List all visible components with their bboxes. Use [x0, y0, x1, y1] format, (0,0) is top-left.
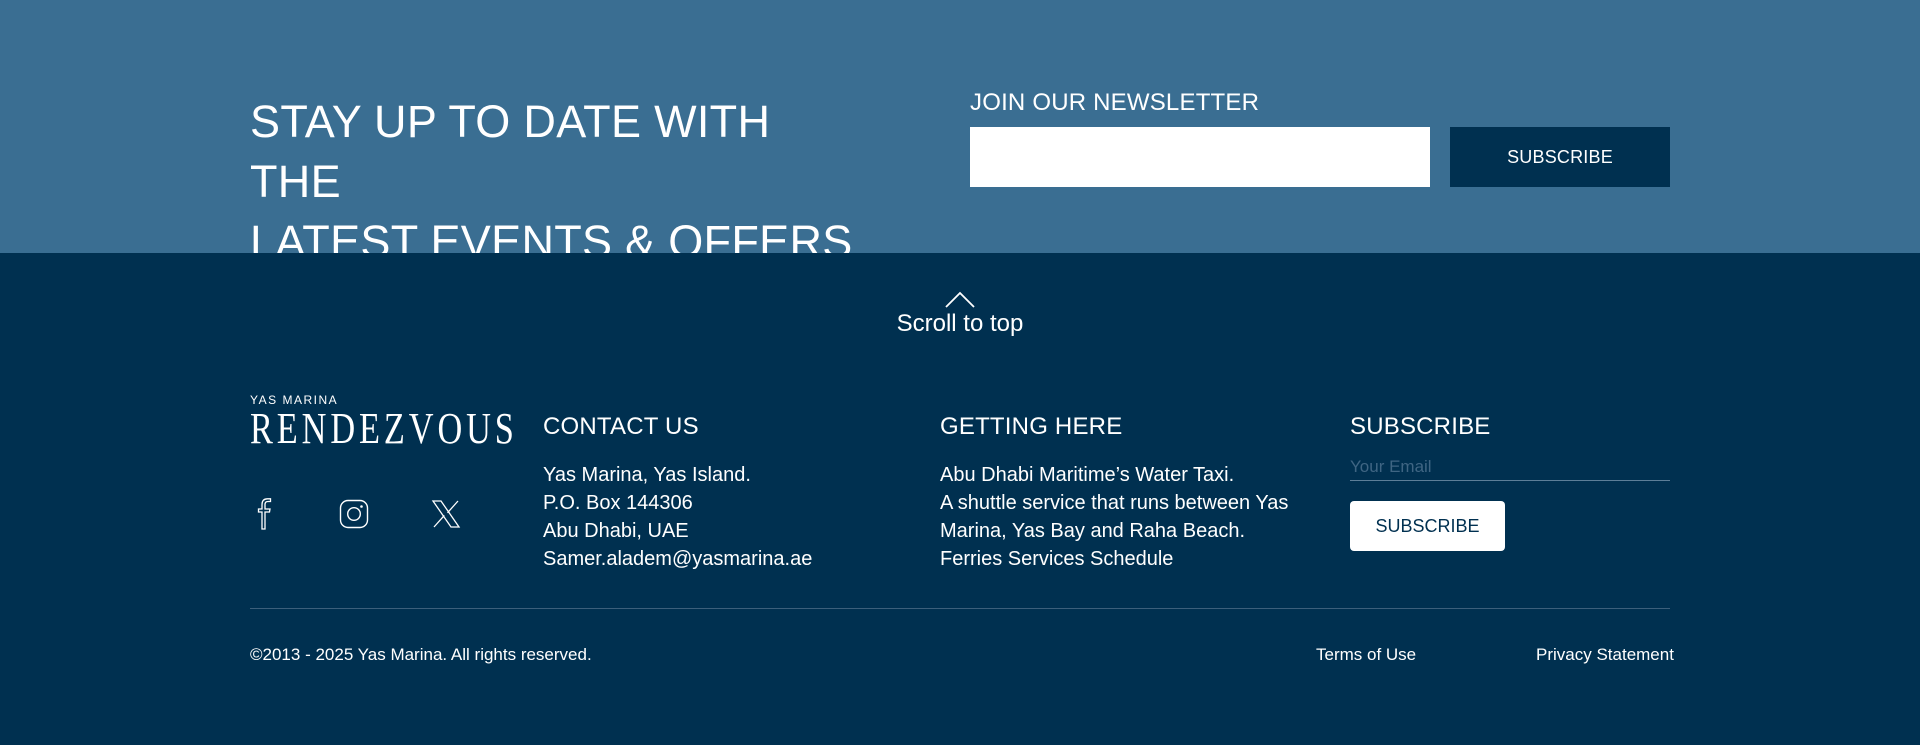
footer-subscribe-section: SUBSCRIBE SUBSCRIBE — [1350, 413, 1670, 551]
ferries-schedule-link[interactable]: Ferries Services Schedule — [940, 545, 1290, 573]
chevron-up-icon — [945, 291, 975, 308]
social-links — [246, 498, 462, 530]
brand-logo-wordmark: RENDEZVOUS — [250, 404, 518, 453]
instagram-icon — [339, 499, 369, 529]
contact-address-line: Yas Marina, Yas Island. — [543, 464, 751, 486]
x-link[interactable] — [430, 498, 462, 530]
terms-of-use-link[interactable]: Terms of Use — [1316, 645, 1416, 665]
facebook-link[interactable] — [246, 498, 278, 530]
privacy-statement-link[interactable]: Privacy Statement — [1536, 645, 1674, 665]
water-taxi-text: Abu Dhabi Maritime’s Water Taxi. — [940, 464, 1235, 486]
newsletter-email-input[interactable] — [970, 127, 1430, 187]
getting-here-section: GETTING HERE Abu Dhabi Maritime’s Water … — [940, 413, 1300, 573]
shuttle-service-text: A shuttle service that runs between Yas … — [940, 492, 1289, 542]
contact-city: Abu Dhabi, UAE — [543, 520, 689, 542]
footer-subscribe-title: SUBSCRIBE — [1350, 413, 1491, 440]
footer-subscribe-button[interactable]: SUBSCRIBE — [1350, 501, 1505, 551]
scroll-to-top-label: Scroll to top — [896, 310, 1024, 337]
headline-line-1: STAY UP TO DATE WITH THE — [250, 96, 771, 207]
contact-us-section: CONTACT US Yas Marina, Yas Island. P.O. … — [543, 413, 903, 573]
x-icon — [431, 500, 461, 528]
join-newsletter-label: JOIN OUR NEWSLETTER — [970, 89, 1260, 116]
contact-po-box: P.O. Box 144306 — [543, 492, 693, 514]
copyright-text: ©2013 - 2025 Yas Marina. All rights rese… — [250, 645, 592, 664]
footer-email-input[interactable] — [1350, 453, 1670, 481]
brand-logo: YAS MARINA RENDEZVOUS — [250, 393, 518, 453]
newsletter-band: STAY UP TO DATE WITH THE LATEST EVENTS &… — [0, 0, 1920, 267]
facebook-icon — [257, 498, 272, 530]
scroll-to-top-button[interactable]: Scroll to top — [860, 291, 1060, 338]
footer-divider — [250, 608, 1670, 609]
contact-us-title: CONTACT US — [543, 413, 699, 440]
contact-email-link[interactable]: Samer.aladem@yasmarina.ae — [543, 545, 903, 573]
instagram-link[interactable] — [338, 498, 370, 530]
site-footer: Scroll to top YAS MARINA RENDEZVOUS CONT… — [0, 253, 1920, 745]
getting-here-title: GETTING HERE — [940, 413, 1123, 440]
newsletter-headline: STAY UP TO DATE WITH THE LATEST EVENTS &… — [250, 92, 870, 272]
newsletter-subscribe-button[interactable]: SUBSCRIBE — [1450, 127, 1670, 187]
